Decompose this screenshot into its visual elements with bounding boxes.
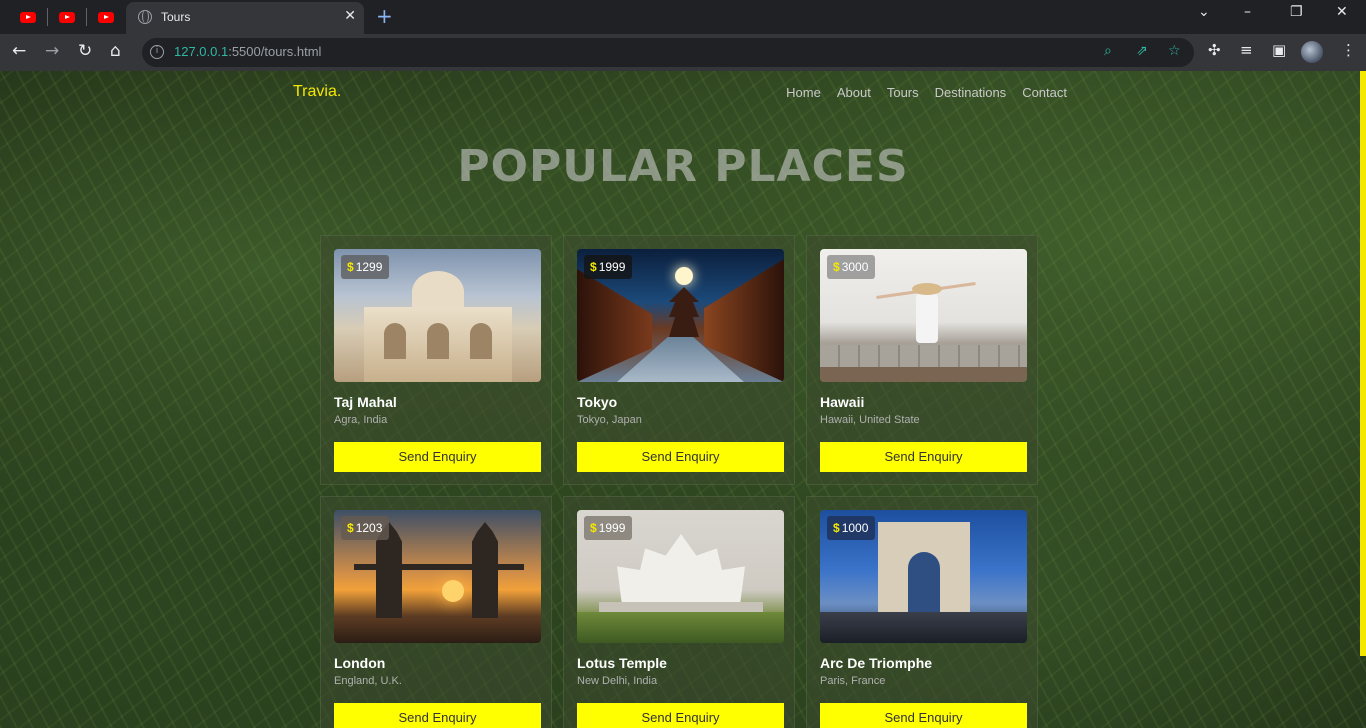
pinned-tab-youtube-1[interactable] xyxy=(14,6,42,28)
main-nav: Home About Tours Destinations Contact xyxy=(786,85,1067,100)
profile-avatar[interactable] xyxy=(1301,41,1323,63)
tour-title: London xyxy=(334,655,386,671)
dollar-icon: $ xyxy=(590,521,597,535)
tour-image-london: $1203 xyxy=(334,510,541,643)
tour-card: $1000 Arc De Triomphe Paris, France Send… xyxy=(806,496,1038,728)
tour-image-hawaii: $3000 xyxy=(820,249,1027,382)
page-viewport: Travia. Home About Tours Destinations Co… xyxy=(0,71,1366,728)
url-text[interactable]: 127.0.0.1:5500/tours.html xyxy=(174,44,321,59)
pinned-tab-youtube-3[interactable] xyxy=(92,6,120,28)
tour-image-taj-mahal: $1299 xyxy=(334,249,541,382)
send-enquiry-button[interactable]: Send Enquiry xyxy=(577,703,784,728)
tour-location: Agra, India xyxy=(334,414,388,426)
send-enquiry-button[interactable]: Send Enquiry xyxy=(334,703,541,728)
tour-card: $1999 Tokyo Tokyo, Japan Send Enquiry xyxy=(563,235,795,485)
pinned-tab-youtube-2[interactable] xyxy=(53,6,81,28)
close-tab-icon[interactable]: ✕ xyxy=(344,8,356,24)
side-panel-icon[interactable]: ▣ xyxy=(1272,41,1286,59)
dollar-icon: $ xyxy=(833,260,840,274)
tour-card: $1203 London England, U.K. Send Enquiry xyxy=(320,496,552,728)
reading-list-icon[interactable]: ≡ xyxy=(1240,41,1253,59)
back-arrow-icon[interactable]: ← xyxy=(12,41,26,61)
tour-image-arc-de-triomphe: $1000 xyxy=(820,510,1027,643)
tour-title: Lotus Temple xyxy=(577,655,667,671)
tour-card: $3000 Hawaii Hawaii, United State Send E… xyxy=(806,235,1038,485)
tour-title: Taj Mahal xyxy=(334,394,397,410)
price-badge: $1999 xyxy=(584,516,633,540)
page-heading: POPULAR PLACES xyxy=(457,141,909,192)
tour-location: Tokyo, Japan xyxy=(577,414,642,426)
tour-card: $1299 Taj Mahal Agra, India Send Enquiry xyxy=(320,235,552,485)
extensions-puzzle-icon[interactable]: ✣ xyxy=(1208,41,1221,59)
minimize-icon[interactable]: – xyxy=(1244,4,1251,20)
tab-title: Tours xyxy=(161,10,191,24)
price-badge: $1203 xyxy=(341,516,390,540)
tour-title: Arc De Triomphe xyxy=(820,655,933,671)
tour-title: Tokyo xyxy=(577,394,618,410)
send-enquiry-button[interactable]: Send Enquiry xyxy=(820,442,1027,472)
tour-location: Hawaii, United State xyxy=(820,414,920,426)
dollar-icon: $ xyxy=(347,521,354,535)
site-logo[interactable]: Travia. xyxy=(293,83,341,101)
tab-tours[interactable]: Tours ✕ xyxy=(126,2,364,34)
send-enquiry-button[interactable]: Send Enquiry xyxy=(334,442,541,472)
tour-location: England, U.K. xyxy=(334,675,402,687)
send-enquiry-button[interactable]: Send Enquiry xyxy=(820,703,1027,728)
bookmark-star-icon[interactable]: ☆ xyxy=(1168,43,1181,59)
close-window-icon[interactable]: ✕ xyxy=(1336,4,1348,20)
nav-link-destinations[interactable]: Destinations xyxy=(935,85,1007,100)
price-badge: $3000 xyxy=(827,255,876,279)
send-enquiry-button[interactable]: Send Enquiry xyxy=(577,442,784,472)
tour-location: New Delhi, India xyxy=(577,675,658,687)
youtube-icon xyxy=(20,11,36,23)
nav-link-home[interactable]: Home xyxy=(786,85,821,100)
new-tab-plus-icon[interactable]: + xyxy=(376,5,393,27)
tab-separator xyxy=(86,8,87,26)
tab-strip: Tours ✕ + ⌄ – ❐ ✕ xyxy=(0,0,1366,34)
price-badge: $1299 xyxy=(341,255,390,279)
price-badge: $1999 xyxy=(584,255,633,279)
home-icon[interactable]: ⌂ xyxy=(110,41,121,61)
tab-separator xyxy=(47,8,48,26)
tour-image-tokyo: $1999 xyxy=(577,249,784,382)
youtube-icon xyxy=(59,11,75,23)
site-info-icon[interactable]: i xyxy=(150,45,164,59)
youtube-icon xyxy=(98,11,114,23)
tour-location: Paris, France xyxy=(820,675,886,687)
tab-search-chevron-icon[interactable]: ⌄ xyxy=(1198,4,1210,20)
dollar-icon: $ xyxy=(347,260,354,274)
reload-icon[interactable]: ↻ xyxy=(78,41,92,61)
globe-icon xyxy=(138,10,152,24)
tour-image-lotus-temple: $1999 xyxy=(577,510,784,643)
zoom-icon[interactable]: ⌕ xyxy=(1104,43,1112,59)
tour-title: Hawaii xyxy=(820,394,865,410)
menu-kebab-icon[interactable]: ⋮ xyxy=(1341,41,1356,59)
dollar-icon: $ xyxy=(833,521,840,535)
nav-link-contact[interactable]: Contact xyxy=(1022,85,1067,100)
share-icon[interactable]: ⇗ xyxy=(1136,43,1148,59)
forward-arrow-icon[interactable]: → xyxy=(45,41,59,61)
address-bar[interactable]: i 127.0.0.1:5500/tours.html ⌕ ⇗ ☆ xyxy=(142,38,1194,67)
tour-card: $1999 Lotus Temple New Delhi, India Send… xyxy=(563,496,795,728)
nav-link-about[interactable]: About xyxy=(837,85,871,100)
dollar-icon: $ xyxy=(590,260,597,274)
restore-icon[interactable]: ❐ xyxy=(1290,4,1303,20)
browser-toolbar: ← → ↻ ⌂ i 127.0.0.1:5500/tours.html ⌕ ⇗ … xyxy=(0,34,1366,71)
price-badge: $1000 xyxy=(827,516,876,540)
nav-link-tours[interactable]: Tours xyxy=(887,85,919,100)
